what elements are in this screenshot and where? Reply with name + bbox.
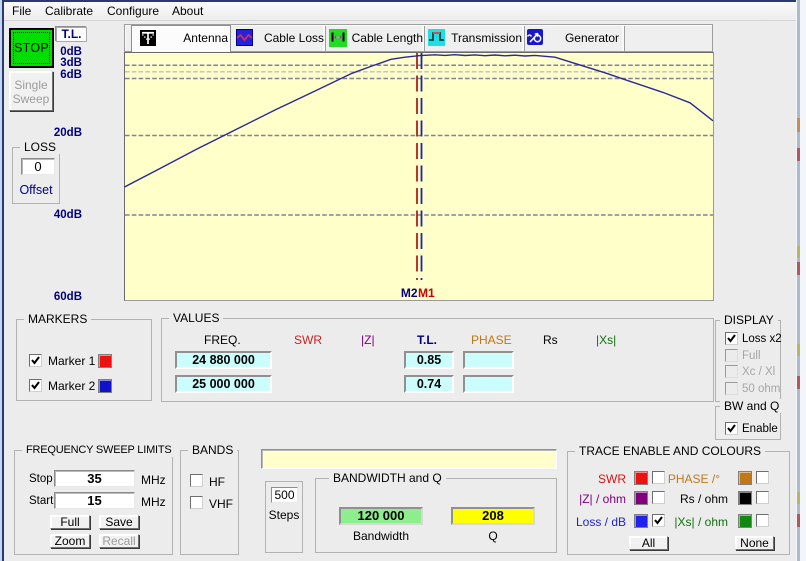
- svg-text:M2: M2: [401, 286, 418, 300]
- svg-text:M1: M1: [418, 286, 435, 300]
